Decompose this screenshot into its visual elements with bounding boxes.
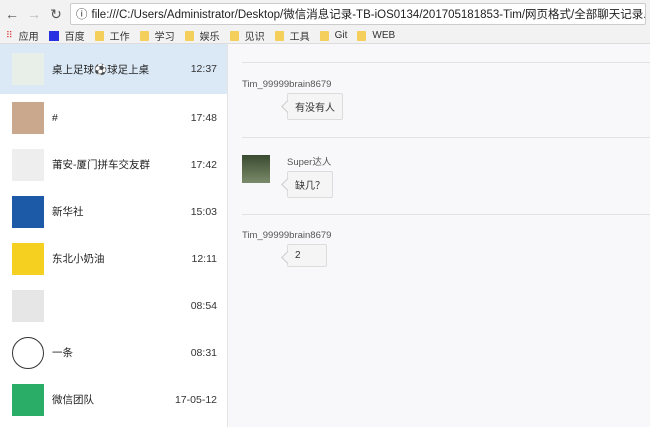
conversation-item[interactable]: #17:48 [0, 94, 227, 141]
conversation-name: 莆安-厦门拼车交友群 [52, 159, 150, 171]
bookmark-folder[interactable]: Git [319, 30, 347, 41]
folder-icon [357, 30, 367, 41]
message: Tim_99999brain8679 有没有人 [242, 79, 343, 120]
conversation-time: 12:37 [190, 63, 217, 75]
folder-icon [229, 30, 239, 41]
conversation-item[interactable]: 桌上足球⚽球足上桌 12:37 [0, 44, 227, 94]
bookmark-apps[interactable]: ⠿ 应用 [6, 28, 39, 43]
conversation-item[interactable]: 东北小奶油 12:11 [0, 235, 227, 282]
conversation-name: 一条 [52, 347, 73, 359]
back-icon[interactable]: ← [4, 6, 20, 22]
conversation-name: # [52, 111, 58, 124]
baidu-icon [48, 30, 59, 41]
bookmark-folder[interactable]: 工作 [94, 28, 130, 43]
divider [242, 214, 650, 215]
message-sender: Tim_99999brain8679 [242, 79, 332, 90]
conversation-item[interactable]: 新华社 15:03 [0, 188, 227, 235]
bookmark-folder[interactable]: WEB [357, 30, 395, 41]
folder-icon [139, 30, 149, 41]
divider [242, 62, 650, 63]
conversation-item[interactable]: 莆安-厦门拼车交友群 17:42 [0, 141, 227, 188]
conversation-time: 08:54 [190, 299, 217, 312]
conversation-list: 桌上足球⚽球足上桌 12:37 #17:48 莆安-厦门拼车交友群 17:42 新华社 15… [0, 44, 228, 427]
folder-icon [274, 30, 284, 41]
avatar [12, 53, 44, 85]
bookmark-folder[interactable]: 见识 [229, 28, 265, 43]
info-icon[interactable]: ⓘ [76, 6, 88, 22]
reload-icon[interactable]: ↻ [48, 6, 64, 23]
browser-toolbar: ← → ↻ ⓘ file:///C:/Users/Administrator/D… [0, 0, 650, 28]
conversation-name: 微信团队 [52, 394, 94, 406]
avatar [12, 195, 44, 228]
bookmark-folder[interactable]: 娱乐 [184, 28, 220, 43]
message-sender: Super达人 [287, 157, 332, 168]
bookmarks-bar: ⠿ 应用 百度 工作 学习 娱乐 见识 工具 Git WEB [0, 28, 650, 44]
address-bar[interactable]: ⓘ file:///C:/Users/Administrator/Desktop… [70, 3, 646, 25]
message: Super达人 缺几？ [242, 154, 333, 198]
avatar [242, 155, 270, 183]
conversation-item[interactable]: 微信团队 17-05-12 [0, 376, 227, 423]
conversation-time: 08:31 [190, 346, 217, 359]
folder-icon [94, 30, 104, 41]
avatar [12, 101, 44, 134]
message: Tim_99999brain8679 2 [242, 230, 331, 267]
avatar [12, 148, 44, 181]
message-bubble: 有没有人 [287, 93, 343, 120]
message-bubble: 缺几？ [287, 171, 333, 198]
avatar [12, 289, 44, 322]
forward-icon[interactable]: → [26, 6, 42, 22]
avatar [12, 242, 44, 275]
chat-panel: Tim_99999brain8679 有没有人 Super达人 缺几？ Tim_… [228, 44, 650, 427]
apps-icon: ⠿ [6, 30, 13, 40]
bookmark-baidu[interactable]: 百度 [48, 28, 85, 43]
avatar [12, 336, 44, 369]
avatar [12, 383, 44, 416]
bookmark-folder[interactable]: 工具 [274, 28, 310, 43]
conversation-item[interactable]: 08:54 [0, 282, 227, 329]
divider [242, 137, 650, 138]
conversation-time: 12:11 [191, 252, 218, 265]
folder-icon [319, 30, 329, 41]
message-bubble: 2 [287, 244, 327, 267]
conversation-time: 17:42 [190, 158, 217, 171]
conversation-time: 15:03 [190, 205, 217, 218]
conversation-name: 东北小奶油 [52, 253, 105, 265]
folder-icon [184, 30, 194, 41]
conversation-name: 桌上足球⚽球足上桌 [52, 63, 150, 76]
bookmark-folder[interactable]: 学习 [139, 28, 175, 43]
conversation-time: 17-05-12 [174, 393, 217, 406]
message-sender: Tim_99999brain8679 [242, 230, 332, 241]
conversation-time: 17:48 [190, 111, 217, 124]
conversation-name: 新华社 [52, 206, 84, 218]
url-text: file:///C:/Users/Administrator/Desktop/微… [91, 9, 646, 21]
conversation-item[interactable]: 一条 08:31 [0, 329, 227, 376]
